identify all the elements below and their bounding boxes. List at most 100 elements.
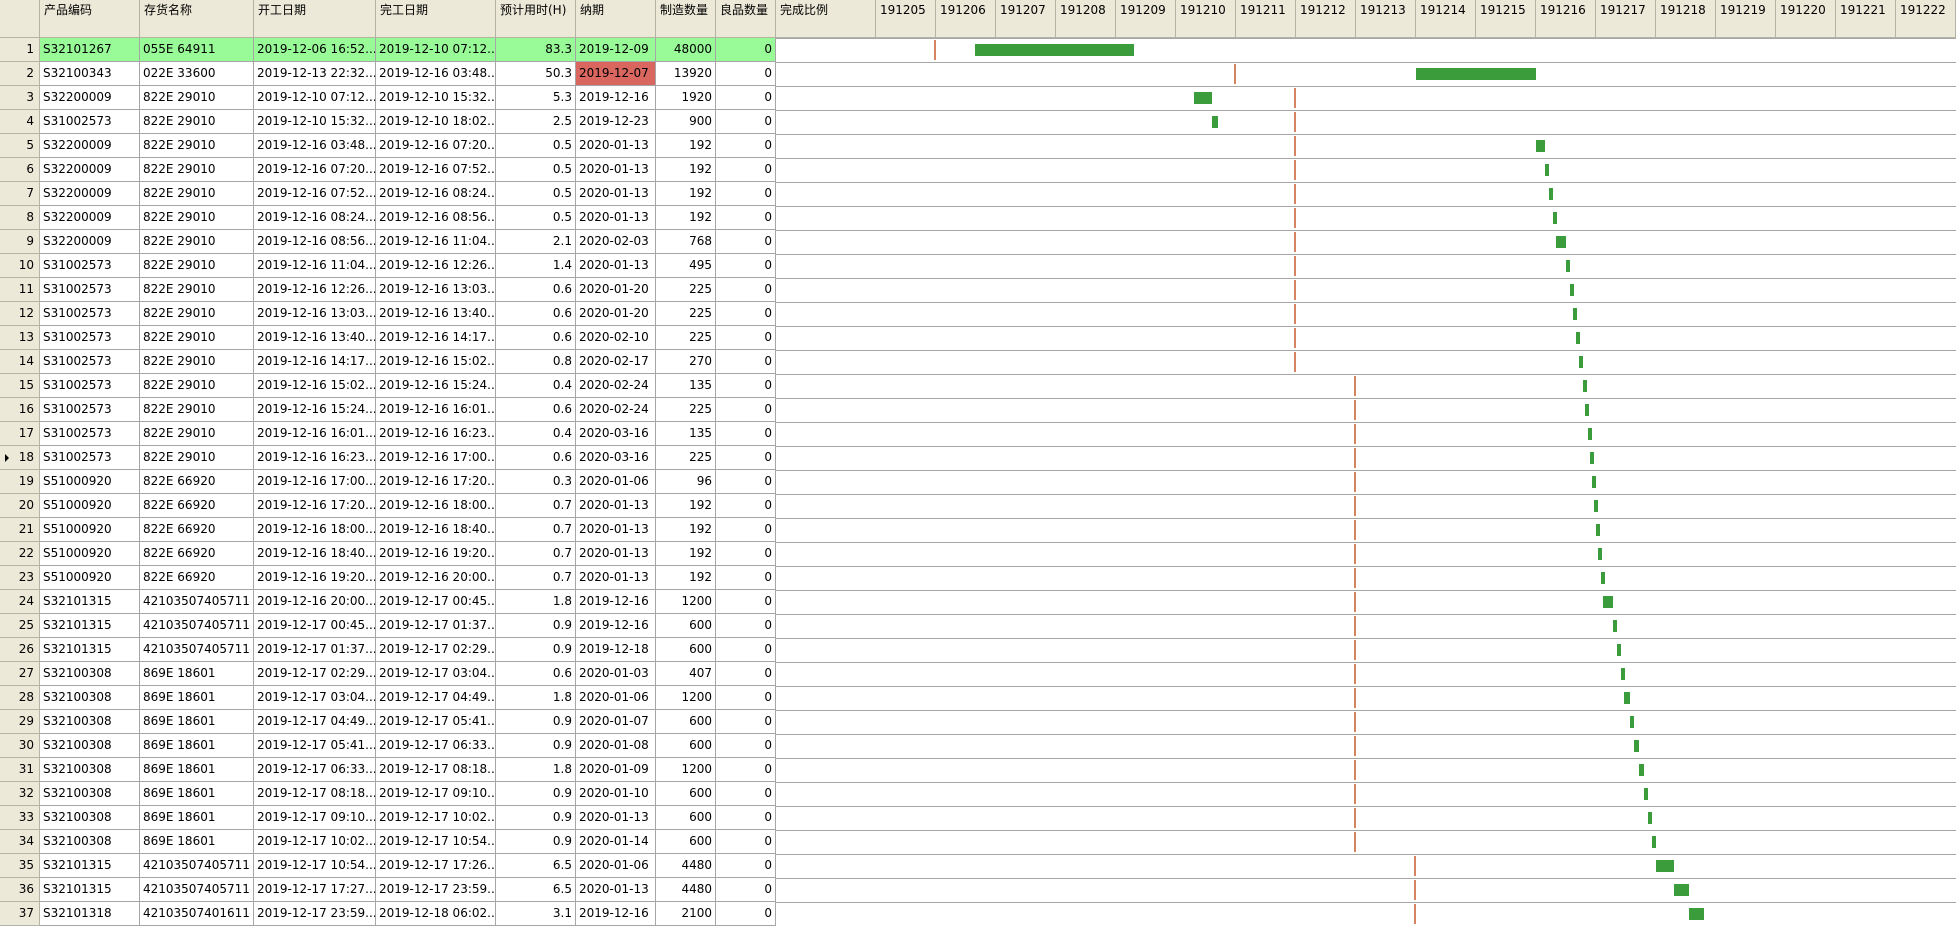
row-number[interactable]: 2 [0,62,40,86]
gantt-bar[interactable] [1587,428,1592,440]
table-row[interactable]: 10 S31002573 822E 29010 2019-12-16 11:04...… [0,254,1956,278]
row-header-corner[interactable] [0,0,40,38]
row-number[interactable]: 34 [0,830,40,854]
gantt-bar[interactable] [1674,884,1689,896]
row-number[interactable]: 33 [0,806,40,830]
timeline-header[interactable]: 191207 [996,0,1056,38]
gantt-bar[interactable] [1592,476,1597,488]
timeline-header[interactable]: 191210 [1176,0,1236,38]
row-number[interactable]: 12 [0,302,40,326]
table-row[interactable]: 36 S32101315 42103507405711 2019-12-17 17:2… [0,878,1956,902]
row-number[interactable]: 1 [0,38,40,62]
column-header[interactable]: 存货名称 [140,0,254,38]
table-row[interactable]: 24 S32101315 42103507405711 2019-12-16 20:0… [0,590,1956,614]
gantt-bar[interactable] [1621,668,1626,680]
gantt-bar[interactable] [1582,380,1587,392]
timeline-header[interactable]: 191215 [1476,0,1536,38]
row-number[interactable]: 20 [0,494,40,518]
row-number[interactable]: 24 [0,590,40,614]
gantt-bar[interactable] [1212,116,1218,128]
timeline-header[interactable]: 191212 [1296,0,1356,38]
gantt-bar[interactable] [975,44,1134,56]
table-row[interactable]: 34 S32100308 869E 18601 2019-12-17 10:02...… [0,830,1956,854]
table-row[interactable]: 3 S32200009 822E 29010 2019-12-10 07:12... 2… [0,86,1956,110]
row-number[interactable]: 35 [0,854,40,878]
gantt-bar[interactable] [1545,164,1550,176]
gantt-bar[interactable] [1630,716,1635,728]
table-row[interactable]: 32 S32100308 869E 18601 2019-12-17 08:18...… [0,782,1956,806]
column-header[interactable]: 完成比例 [776,0,876,38]
table-row[interactable]: 29 S32100308 869E 18601 2019-12-17 04:49...… [0,710,1956,734]
timeline-header[interactable]: 191218 [1656,0,1716,38]
timeline-header[interactable]: 191209 [1116,0,1176,38]
gantt-bar[interactable] [1600,572,1605,584]
row-number[interactable]: 13 [0,326,40,350]
column-header[interactable]: 完工日期 [376,0,496,38]
table-row[interactable]: 20 S51000920 822E 66920 2019-12-16 17:20...… [0,494,1956,518]
row-number[interactable]: 4 [0,110,40,134]
row-number[interactable]: 29 [0,710,40,734]
table-row[interactable]: 19 S51000920 822E 66920 2019-12-16 17:00...… [0,470,1956,494]
row-number[interactable]: 19 [0,470,40,494]
table-row[interactable]: 1 S32101267 055E 64911 2019-12-06 16:52... 2… [0,38,1956,62]
row-number[interactable]: 21 [0,518,40,542]
row-number[interactable]: 8 [0,206,40,230]
gantt-bar[interactable] [1596,524,1600,536]
table-row[interactable]: 14 S31002573 822E 29010 2019-12-16 14:17...… [0,350,1956,374]
row-number[interactable]: 28 [0,686,40,710]
table-row[interactable]: 7 S32200009 822E 29010 2019-12-16 07:52... 2… [0,182,1956,206]
row-number[interactable]: 3 [0,86,40,110]
row-number[interactable]: 9 [0,230,40,254]
column-header[interactable]: 开工日期 [254,0,376,38]
table-row[interactable]: 16 S31002573 822E 29010 2019-12-16 15:24...… [0,398,1956,422]
table-row[interactable]: 27 S32100308 869E 18601 2019-12-17 02:29...… [0,662,1956,686]
row-number[interactable]: 16 [0,398,40,422]
table-row[interactable]: 23 S51000920 822E 66920 2019-12-16 19:20...… [0,566,1956,590]
table-row[interactable]: 21 S51000920 822E 66920 2019-12-16 18:00...… [0,518,1956,542]
column-header[interactable]: 产品编码 [40,0,140,38]
gantt-bar[interactable] [1585,404,1590,416]
table-row[interactable]: 33 S32100308 869E 18601 2019-12-17 09:10...… [0,806,1956,830]
table-row[interactable]: 12 S31002573 822E 29010 2019-12-16 13:03...… [0,302,1956,326]
column-header[interactable]: 纳期 [576,0,656,38]
gantt-bar[interactable] [1549,188,1554,200]
table-row[interactable]: 28 S32100308 869E 18601 2019-12-17 03:04...… [0,686,1956,710]
timeline-header[interactable]: 191221 [1836,0,1896,38]
gantt-bar[interactable] [1603,596,1613,608]
table-row[interactable]: 5 S32200009 822E 29010 2019-12-16 03:48... 2… [0,134,1956,158]
timeline-header[interactable]: 191213 [1356,0,1416,38]
row-number[interactable]: 5 [0,134,40,158]
gantt-bar[interactable] [1634,740,1639,752]
column-header[interactable]: 良品数量 [716,0,776,38]
gantt-bar[interactable] [1644,788,1649,800]
gantt-bar[interactable] [1598,548,1603,560]
gantt-bar[interactable] [1552,212,1557,224]
table-row[interactable]: 37 S32101318 42103507401611 2019-12-17 23:5… [0,902,1956,926]
timeline-header[interactable]: 191217 [1596,0,1656,38]
gantt-bar[interactable] [1590,452,1594,464]
table-row[interactable]: 8 S32200009 822E 29010 2019-12-16 08:24... 2… [0,206,1956,230]
row-number[interactable]: 10 [0,254,40,278]
timeline-header[interactable]: 191222 [1896,0,1956,38]
table-row[interactable]: 4 S31002573 822E 29010 2019-12-10 15:32... 2… [0,110,1956,134]
gantt-bar[interactable] [1648,812,1653,824]
table-row[interactable]: 11 S31002573 822E 29010 2019-12-16 12:26...… [0,278,1956,302]
timeline-header[interactable]: 191220 [1776,0,1836,38]
table-row[interactable]: 25 S32101315 42103507405711 2019-12-17 00:4… [0,614,1956,638]
row-number[interactable]: 18 [0,446,40,470]
row-number[interactable]: 17 [0,422,40,446]
row-number[interactable]: 11 [0,278,40,302]
table-row[interactable]: 17 S31002573 822E 29010 2019-12-16 16:01...… [0,422,1956,446]
table-row[interactable]: 2 S32100343 022E 33600 2019-12-13 22:32... 2… [0,62,1956,86]
gantt-bar[interactable] [1566,260,1571,272]
table-row[interactable]: 6 S32200009 822E 29010 2019-12-16 07:20... 2… [0,158,1956,182]
column-header[interactable]: 预计用时(H) [496,0,576,38]
row-number[interactable]: 32 [0,782,40,806]
row-number[interactable]: 14 [0,350,40,374]
gantt-bar[interactable] [1612,620,1617,632]
row-number[interactable]: 25 [0,614,40,638]
gantt-bar[interactable] [1617,644,1622,656]
table-row[interactable]: 13 S31002573 822E 29010 2019-12-16 13:40...… [0,326,1956,350]
table-row[interactable]: 35 S32101315 42103507405711 2019-12-17 10:5… [0,854,1956,878]
table-row[interactable]: 26 S32101315 42103507405711 2019-12-17 01:3… [0,638,1956,662]
